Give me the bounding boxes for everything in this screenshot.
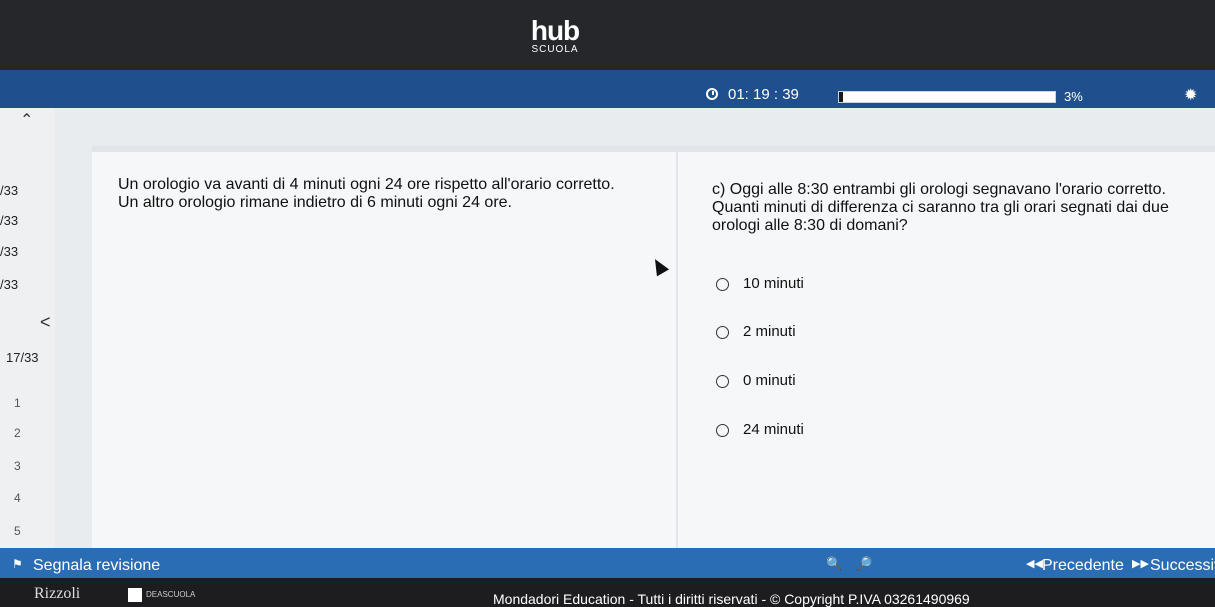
sidebar-item[interactable]: /33: [0, 213, 18, 228]
question-prompt: c) Oggi alle 8:30 entrambi gli orologi s…: [712, 181, 1169, 234]
progress-bar: [838, 91, 1056, 103]
sidebar-number[interactable]: 1: [14, 396, 21, 410]
option-radio[interactable]: 0 minuti: [716, 372, 796, 392]
hub-scuola-logo: hub SCUOLA: [500, 15, 610, 56]
logo-sub: SCUOLA: [531, 44, 579, 55]
option-label: 10 minuti: [743, 275, 804, 292]
question-text: Un orologio va avanti di 4 minuti ogni 2…: [118, 176, 658, 212]
zoom-in-icon[interactable]: 🔎: [856, 556, 872, 572]
sidebar-number[interactable]: 2: [14, 426, 21, 440]
question-line-2: Un altro orologio rimane indietro di 6 m…: [118, 194, 512, 211]
radio-icon[interactable]: [716, 423, 729, 437]
sidebar-number[interactable]: 3: [14, 459, 21, 473]
timer-value: 01: 19 : 39: [728, 86, 799, 103]
card-divider: [676, 152, 678, 548]
chevron-left-icon[interactable]: <: [40, 312, 51, 333]
flag-icon[interactable]: ⚑: [12, 557, 23, 571]
copyright-text: Mondadori Education - Tutti i diritti ri…: [493, 591, 970, 607]
logo-main: hub: [530, 15, 580, 46]
option-radio[interactable]: 24 minuti: [716, 421, 804, 441]
next-icon[interactable]: ▶▶: [1132, 557, 1149, 570]
deascuola-logo-icon: [128, 588, 142, 602]
radio-icon[interactable]: [716, 374, 729, 388]
option-label: 0 minuti: [743, 372, 796, 389]
radio-icon[interactable]: [716, 277, 729, 291]
progress-percent: 3%: [1064, 89, 1083, 104]
previous-icon[interactable]: ◀◀: [1026, 557, 1043, 570]
option-radio[interactable]: 10 minuti: [716, 275, 804, 295]
progress-fill: [839, 92, 844, 102]
deascuola-label: DEASCUOLA: [146, 590, 196, 600]
next-button[interactable]: Successiv: [1150, 557, 1215, 575]
flag-review-button[interactable]: Segnala revisione: [33, 557, 160, 575]
sidebar-number[interactable]: 4: [14, 491, 21, 505]
gear-icon[interactable]: ✹: [1184, 88, 1197, 104]
sidebar-item[interactable]: /33: [0, 183, 18, 198]
option-label: 2 minuti: [743, 323, 796, 340]
clock-icon: [706, 88, 718, 100]
question-line-1: Un orologio va avanti di 4 minuti ogni 2…: [118, 176, 615, 193]
option-label: 24 minuti: [743, 421, 804, 438]
sidebar-number[interactable]: 5: [14, 524, 21, 538]
radio-icon[interactable]: [716, 325, 729, 339]
sidebar-item[interactable]: /33: [0, 277, 18, 292]
sidebar-item[interactable]: 17/33: [6, 350, 39, 365]
option-radio[interactable]: 2 minuti: [716, 323, 796, 343]
zoom-out-icon[interactable]: 🔍: [826, 556, 842, 572]
rizzoli-logo: Rizzoli: [34, 585, 81, 602]
chevron-up-icon[interactable]: ⌃: [20, 110, 33, 130]
previous-button[interactable]: Precedente: [1042, 557, 1124, 575]
sidebar-item[interactable]: /33: [0, 244, 18, 259]
deascuola-logo: DEASCUOLA: [128, 588, 195, 602]
